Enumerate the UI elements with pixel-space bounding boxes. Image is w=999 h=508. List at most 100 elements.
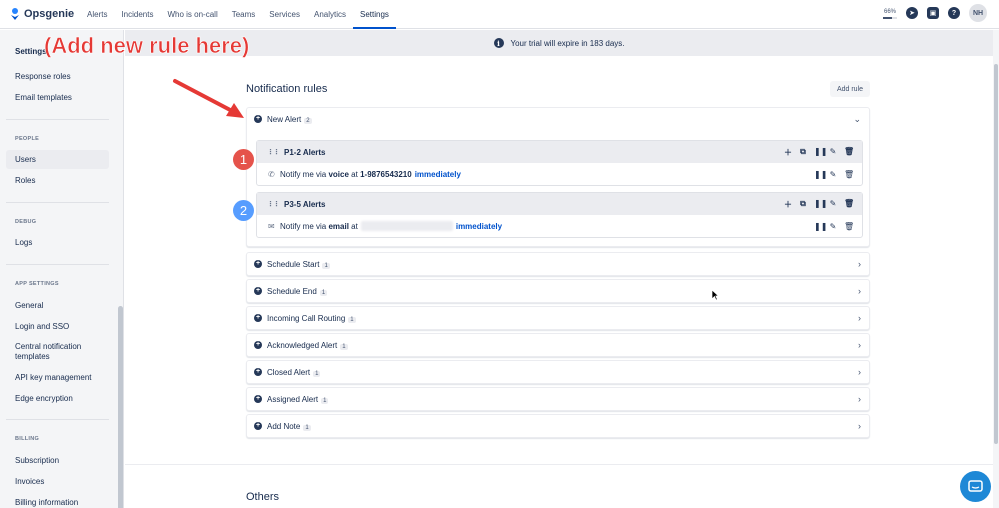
nav-incidents[interactable]: Incidents [114, 0, 160, 29]
chat-button[interactable] [960, 471, 991, 502]
plus-circle-icon: + [254, 115, 262, 123]
nav-teams[interactable]: Teams [225, 0, 263, 29]
sidebar-item-central-notification-templates[interactable]: Central notification templates [6, 340, 109, 364]
sidebar-item-invoices[interactable]: Invoices [6, 472, 109, 491]
group-name: P1-2 Alerts [284, 147, 326, 157]
rule-row[interactable]: + New Alert 2 ⌄ [247, 108, 869, 132]
copy-icon[interactable]: ⧉ [799, 199, 807, 210]
rule-count: 1 [322, 263, 330, 269]
sidebar-item-api-key-management[interactable]: API key management [6, 368, 109, 387]
rule-row-add-note[interactable]: + Add Note 1 › [246, 414, 870, 438]
nav-services[interactable]: Services [262, 0, 307, 29]
rule-label-text: New Alert [267, 115, 302, 124]
edit-icon[interactable]: ✎ [829, 222, 837, 231]
sidebar-item-login-sso[interactable]: Login and SSO [6, 317, 109, 336]
chevron-right-icon[interactable]: › [858, 340, 861, 350]
top-navigation: Opsgenie Alerts Incidents Who is on-call… [0, 0, 999, 29]
annotation-arrow-icon [173, 79, 244, 118]
pause-icon[interactable]: ❚❚ [814, 199, 827, 210]
page-scrollbar[interactable] [993, 30, 999, 508]
rule-count: 2 [304, 118, 312, 124]
delete-icon[interactable]: 🗑 [844, 199, 854, 210]
sidebar-item-response-roles[interactable]: Response roles [6, 67, 109, 86]
step-at: at [351, 221, 358, 231]
nav-alerts[interactable]: Alerts [80, 0, 114, 29]
chevron-right-icon[interactable]: › [858, 259, 861, 269]
group-name: P3-5 Alerts [284, 199, 326, 209]
add-icon[interactable]: ＋ [784, 199, 792, 210]
drag-handle-icon[interactable]: ⋮⋮ [267, 148, 280, 156]
compass-icon[interactable]: ➤ [906, 7, 918, 19]
delete-icon[interactable]: 🗑 [844, 170, 854, 179]
sidebar-item-edge-encryption[interactable]: Edge encryption [6, 389, 109, 408]
group-header: ⋮⋮ P1-2 Alerts ＋ ⧉ ❚❚ ✎ 🗑 [257, 141, 862, 163]
step-marker-1: 1 [233, 149, 254, 170]
rule-new-alert-header[interactable]: + New Alert 2 ⌄ [247, 108, 869, 132]
chevron-right-icon[interactable]: › [858, 367, 861, 377]
edit-icon[interactable]: ✎ [829, 199, 837, 210]
step-prefix: Notify me via [280, 221, 327, 231]
step-timing-link[interactable]: immediately [456, 222, 502, 231]
avatar[interactable]: NH [969, 4, 987, 22]
rule-row-closed-alert[interactable]: + Closed Alert 1 › [246, 360, 870, 384]
add-rule-button[interactable]: Add rule [830, 81, 870, 97]
settings-sidebar: Settings Response roles Email templates … [0, 30, 124, 508]
step-timing-link[interactable]: immediately [415, 170, 461, 179]
chevron-down-icon[interactable]: ⌄ [853, 114, 861, 125]
rule-row-schedule-end[interactable]: + Schedule End 1 › [246, 279, 870, 303]
sidebar-scrollbar[interactable] [118, 306, 123, 508]
notification-step: ✆ Notify me via voice at 1-9876543210 im… [257, 163, 862, 185]
pause-icon[interactable]: ❚❚ [814, 222, 827, 231]
zoom-bar [883, 16, 897, 19]
pause-icon[interactable]: ❚❚ [814, 147, 827, 158]
sidebar-item-general[interactable]: General [6, 296, 109, 315]
chevron-right-icon[interactable]: › [858, 421, 861, 431]
help-icon[interactable]: ? [948, 7, 960, 19]
sidebar-item-users[interactable]: Users [6, 150, 109, 169]
add-icon[interactable]: ＋ [784, 147, 792, 158]
edit-icon[interactable]: ✎ [829, 147, 837, 158]
main-nav: Alerts Incidents Who is on-call Teams Se… [80, 0, 396, 29]
sidebar-item-label: templates [15, 352, 50, 361]
section-divider [125, 464, 993, 465]
sidebar-item-logs[interactable]: Logs [6, 233, 109, 252]
group-actions: ＋ ⧉ ❚❚ ✎ 🗑 [784, 147, 854, 158]
nav-settings[interactable]: Settings [353, 0, 396, 29]
edit-icon[interactable]: ✎ [829, 170, 837, 179]
nav-who-is-on-call[interactable]: Who is on-call [160, 0, 224, 29]
copy-icon[interactable]: ⧉ [799, 147, 807, 158]
chevron-right-icon[interactable]: › [858, 394, 861, 404]
rule-label-text: Closed Alert [267, 368, 311, 377]
rule-label: Schedule Start 1 [267, 260, 330, 269]
zoom-indicator[interactable]: 66% [883, 8, 897, 19]
rule-row-assigned-alert[interactable]: + Assigned Alert 1 › [246, 387, 870, 411]
apps-icon[interactable]: ▣ [927, 7, 939, 19]
step-actions: ❚❚ ✎ 🗑 [814, 222, 854, 231]
rule-label: Schedule End 1 [267, 287, 328, 296]
sidebar-item-roles[interactable]: Roles [6, 171, 109, 190]
chevron-right-icon[interactable]: › [858, 286, 861, 296]
sidebar-divider [6, 202, 109, 203]
sidebar-item-billing-information[interactable]: Billing information [6, 493, 109, 508]
delete-icon[interactable]: 🗑 [844, 222, 854, 231]
rule-count: 1 [321, 398, 329, 404]
opsgenie-logo[interactable]: Opsgenie [10, 8, 80, 20]
group-header: ⋮⋮ P3-5 Alerts ＋ ⧉ ❚❚ ✎ 🗑 [257, 193, 862, 215]
rule-count: 1 [313, 371, 321, 377]
delete-icon[interactable]: 🗑 [844, 147, 854, 158]
sidebar-item-subscription[interactable]: Subscription [6, 451, 109, 470]
info-icon: i [493, 38, 504, 48]
nav-analytics[interactable]: Analytics [307, 0, 353, 29]
rule-row-acknowledged-alert[interactable]: + Acknowledged Alert 1 › [246, 333, 870, 357]
pause-icon[interactable]: ❚❚ [814, 170, 827, 179]
rule-row-schedule-start[interactable]: + Schedule Start 1 › [246, 252, 870, 276]
chevron-right-icon[interactable]: › [858, 313, 861, 323]
drag-handle-icon[interactable]: ⋮⋮ [267, 200, 280, 208]
plus-circle-icon: + [254, 395, 262, 403]
mouse-cursor-icon [711, 289, 719, 301]
sidebar-item-email-templates[interactable]: Email templates [6, 88, 109, 107]
main-content: i Your trial will expire in 183 days. No… [125, 30, 993, 508]
page-scrollbar-thumb[interactable] [994, 64, 998, 444]
rule-new-alert-expanded: + New Alert 2 ⌄ ⋮⋮ P1-2 Alerts ＋ ⧉ ❚❚ ✎ 🗑… [246, 107, 870, 247]
rule-row-incoming-call-routing[interactable]: + Incoming Call Routing 1 › [246, 306, 870, 330]
